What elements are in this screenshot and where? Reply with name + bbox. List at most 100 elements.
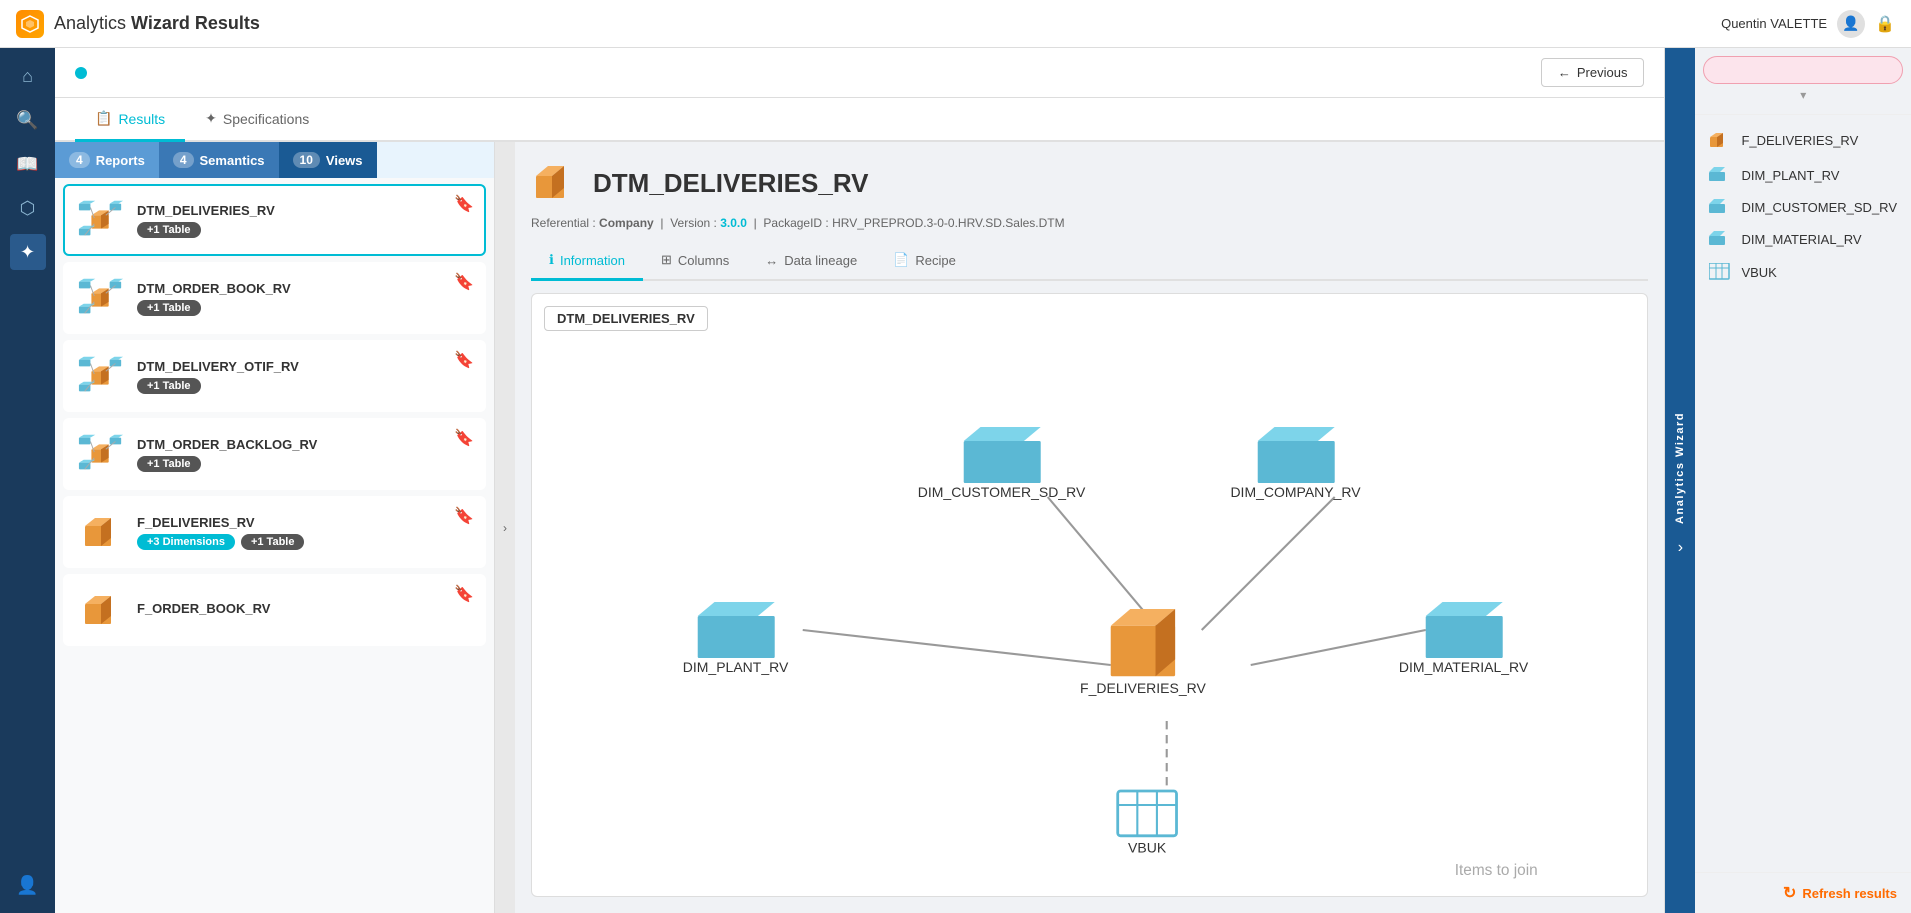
item-content: DTM_DELIVERY_OTIF_RV +1 Table: [137, 359, 472, 394]
aw-vertical-strip[interactable]: Analytics Wizard ›: [1665, 48, 1695, 913]
bookmark-icon: 🔖: [454, 272, 474, 292]
detail-panel: DTM_DELIVERIES_RV Referential : Company …: [515, 142, 1664, 913]
right-item[interactable]: F_DELIVERIES_RV: [1695, 121, 1911, 159]
right-main-panel: ▾ F_DELIVERIES_RV: [1695, 48, 1911, 913]
right-item-label: F_DELIVERIES_RV: [1741, 133, 1858, 148]
svg-text:DIM_CUSTOMER_SD_RV: DIM_CUSTOMER_SD_RV: [918, 484, 1086, 500]
item-badges: +3 Dimensions +1 Table: [137, 534, 472, 550]
list-header-reports[interactable]: 4 Reports: [55, 142, 159, 178]
refresh-icon: ↻: [1783, 883, 1796, 903]
item-label: DTM_ORDER_BACKLOG_RV: [137, 437, 472, 452]
package-value: HRV_PREPROD.3-0-0.HRV.SD.Sales.DTM: [832, 216, 1065, 230]
right-panel-items: F_DELIVERIES_RV DIM_PLANT_RV D: [1695, 115, 1911, 872]
bookmark-icon: 🔖: [454, 584, 474, 604]
list-item[interactable]: DTM_DELIVERY_OTIF_RV +1 Table 🔖: [63, 340, 486, 412]
item-content: F_DELIVERIES_RV +3 Dimensions +1 Table: [137, 515, 472, 550]
main-body: ⌂ 🔍 📖 ⬡ ✦ 👤 ← Previous 📋 Results ✦ Speci…: [0, 48, 1911, 913]
item-badges: +1 Table: [137, 378, 472, 394]
item-label: DTM_DELIVERY_OTIF_RV: [137, 359, 472, 374]
item-content: DTM_ORDER_BACKLOG_RV +1 Table: [137, 437, 472, 472]
main-tabs-row: 📋 Results ✦ Specifications: [55, 98, 1664, 142]
sidebar-icon-book[interactable]: 📖: [10, 146, 46, 182]
item-icon-cluster: [77, 196, 125, 244]
right-item[interactable]: DIM_MATERIAL_RV: [1695, 223, 1911, 255]
svg-text:VBUK: VBUK: [1128, 840, 1167, 856]
detail-tab-information[interactable]: ℹ Information: [531, 242, 643, 281]
semantics-badge: 4: [173, 152, 194, 168]
item-label: DTM_DELIVERIES_RV: [137, 203, 472, 218]
sidebar-icon-wizard[interactable]: ✦: [10, 234, 46, 270]
right-item-label: DIM_CUSTOMER_SD_RV: [1741, 200, 1897, 215]
item-icon-cluster: [77, 430, 125, 478]
sidebar-icon-user[interactable]: 👤: [10, 867, 46, 903]
item-content: F_ORDER_BOOK_RV: [137, 601, 472, 620]
tab-results[interactable]: 📋 Results: [75, 98, 185, 142]
detail-tab-data-lineage[interactable]: ↔ Data lineage: [747, 242, 875, 281]
item-icon-cluster: [77, 352, 125, 400]
list-item[interactable]: F_DELIVERIES_RV +3 Dimensions +1 Table 🔖: [63, 496, 486, 568]
list-panel: 4 Reports 4 Semantics 10 Views: [55, 142, 495, 913]
header-right: Quentin VALETTE 👤 🔒: [1721, 10, 1895, 38]
list-item[interactable]: DTM_ORDER_BOOK_RV +1 Table 🔖: [63, 262, 486, 334]
referential-label: Referential :: [531, 216, 599, 230]
detail-tab-columns[interactable]: ⊞ Columns: [643, 242, 747, 281]
list-items: DTM_DELIVERIES_RV +1 Table 🔖: [55, 178, 494, 913]
item-badge-cyan: +3 Dimensions: [137, 534, 235, 550]
referential-value: Company: [599, 216, 654, 230]
user-icon[interactable]: 👤: [1837, 10, 1865, 38]
blue-flat-icon: [1709, 167, 1731, 183]
dropdown-arrow-icon: ▾: [1800, 88, 1806, 102]
item-icon-single-cube: [77, 586, 125, 634]
sidebar-icon-network[interactable]: ⬡: [10, 190, 46, 226]
detail-tab-recipe[interactable]: 📄 Recipe: [875, 242, 974, 281]
reports-badge: 4: [69, 152, 90, 168]
right-expand-icon[interactable]: ›: [1678, 539, 1683, 557]
list-item[interactable]: DTM_ORDER_BACKLOG_RV +1 Table 🔖: [63, 418, 486, 490]
previous-button[interactable]: ← Previous: [1541, 58, 1645, 87]
detail-icon: [531, 158, 581, 208]
sidebar-icon-home[interactable]: ⌂: [10, 58, 46, 94]
workspace: 4 Reports 4 Semantics 10 Views: [55, 142, 1664, 913]
app-title: Analytics Wizard Results: [54, 13, 260, 34]
svg-text:DIM_MATERIAL_RV: DIM_MATERIAL_RV: [1399, 659, 1529, 675]
item-badge: +1 Table: [137, 378, 201, 394]
lineage-icon: ↔: [765, 253, 778, 268]
content-area: ← Previous 📋 Results ✦ Specifications: [55, 48, 1664, 913]
specifications-tab-icon: ✦: [205, 110, 217, 127]
svg-text:DIM_COMPANY_RV: DIM_COMPANY_RV: [1230, 484, 1361, 500]
item-badge: +1 Table: [137, 456, 201, 472]
right-panel-footer: ↻ Refresh results: [1695, 872, 1911, 913]
bookmark-icon: 🔖: [454, 194, 474, 214]
bookmark-icon: 🔖: [454, 428, 474, 448]
right-search-input[interactable]: [1703, 56, 1903, 84]
list-header: 4 Reports 4 Semantics 10 Views: [55, 142, 494, 178]
views-badge: 10: [293, 152, 320, 168]
list-header-semantics[interactable]: 4 Semantics: [159, 142, 279, 178]
svg-text:DIM_PLANT_RV: DIM_PLANT_RV: [683, 659, 789, 675]
right-item[interactable]: DIM_CUSTOMER_SD_RV: [1695, 191, 1911, 223]
panel-toggle[interactable]: ›: [495, 142, 515, 913]
list-header-views[interactable]: 10 Views: [279, 142, 377, 178]
item-badges: +1 Table: [137, 222, 472, 238]
item-icon-single-cube: [77, 508, 125, 556]
sidebar-icon-search[interactable]: 🔍: [10, 102, 46, 138]
right-dropdown[interactable]: ▾: [1703, 84, 1903, 106]
right-item-label: VBUK: [1741, 265, 1776, 280]
item-label: DTM_ORDER_BOOK_RV: [137, 281, 472, 296]
item-badge-gray: +1 Table: [241, 534, 305, 550]
info-icon: ℹ: [549, 252, 554, 268]
tab-specifications[interactable]: ✦ Specifications: [185, 98, 329, 142]
lock-icon[interactable]: 🔒: [1875, 14, 1895, 34]
item-badge: +1 Table: [137, 222, 201, 238]
list-item[interactable]: DTM_DELIVERIES_RV +1 Table 🔖: [63, 184, 486, 256]
app-logo: [16, 10, 44, 38]
item-label: F_ORDER_BOOK_RV: [137, 601, 472, 616]
detail-title: DTM_DELIVERIES_RV: [593, 168, 868, 199]
refresh-button[interactable]: ↻ Refresh results: [1783, 883, 1897, 903]
bookmark-icon: 🔖: [454, 506, 474, 526]
right-item[interactable]: DIM_PLANT_RV: [1695, 159, 1911, 191]
right-item[interactable]: VBUK: [1695, 255, 1911, 289]
list-item[interactable]: F_ORDER_BOOK_RV 🔖: [63, 574, 486, 646]
item-badge: +1 Table: [137, 300, 201, 316]
version-value: 3.0.0: [720, 216, 747, 230]
